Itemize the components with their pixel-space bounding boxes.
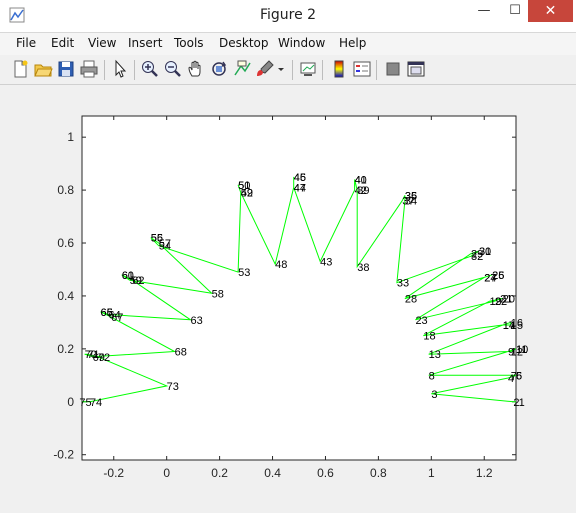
- point-label: 37: [402, 196, 414, 208]
- figure-toolbar: [0, 56, 576, 85]
- data-cursor-icon[interactable]: [232, 59, 252, 79]
- point-label: 28: [405, 294, 417, 306]
- plot-canvas: -0.2 0 0.2 0.4 0.6 0.8 1 1.2 -0.2 0 0.2 0.4 0.6 0.8 1 1…: [53, 115, 528, 480]
- point-label: 38: [357, 262, 369, 274]
- y-tick-label: 0.2: [57, 342, 74, 356]
- x-tick-label: 0.2: [211, 466, 228, 480]
- point-label: 63: [191, 315, 203, 327]
- point-label: 27: [484, 272, 496, 284]
- open-file-icon[interactable]: [33, 59, 53, 79]
- point-label: 62: [132, 275, 144, 287]
- menu-window[interactable]: Window: [278, 36, 325, 50]
- y-tick-label: 0.4: [57, 289, 74, 303]
- point-label: 12: [511, 347, 523, 359]
- close-button[interactable]: ✕: [528, 0, 573, 22]
- point-label: 74: [90, 397, 102, 409]
- x-tick-label: 0: [163, 466, 170, 480]
- link-plot-icon[interactable]: [298, 59, 318, 79]
- legend-icon[interactable]: [352, 59, 372, 79]
- menu-edit[interactable]: Edit: [51, 36, 74, 50]
- hide-plot-tools-icon[interactable]: [383, 59, 403, 79]
- point-label: 22: [495, 296, 507, 308]
- point-label: 58: [212, 288, 224, 300]
- y-tick-label: 0.6: [57, 236, 74, 250]
- point-label: 43: [320, 257, 332, 269]
- point-label: 13: [429, 349, 441, 361]
- zoom-in-icon[interactable]: [140, 59, 160, 79]
- menu-help[interactable]: Help: [339, 36, 366, 50]
- point-label: 17: [503, 320, 515, 332]
- toolbar-separator: [134, 60, 135, 80]
- point-label: 8: [429, 370, 435, 382]
- point-label: 18: [423, 331, 435, 343]
- point-label: 42: [355, 185, 367, 197]
- maximize-button[interactable]: ☐: [500, 0, 530, 22]
- menu-insert[interactable]: Insert: [128, 36, 162, 50]
- print-icon[interactable]: [79, 59, 99, 79]
- menu-file[interactable]: File: [16, 36, 36, 50]
- point-label: 73: [167, 381, 179, 393]
- y-tick-label: 0.8: [57, 183, 74, 197]
- pointer-icon[interactable]: [110, 59, 130, 79]
- figure-area: -0.2 0 0.2 0.4 0.6 0.8 1 1.2 -0.2 0 0.2 0.4 0.6 0.8 1 1…: [8, 86, 568, 506]
- menu-tools[interactable]: Tools: [174, 36, 204, 50]
- point-label: 48: [275, 259, 287, 271]
- colorbar-icon[interactable]: [329, 59, 349, 79]
- y-tick-label: 1: [67, 130, 74, 144]
- menu-bar: File Edit View Insert Tools Desktop Wind…: [0, 33, 576, 82]
- brush-icon[interactable]: [255, 59, 275, 79]
- pan-icon[interactable]: [186, 59, 206, 79]
- y-tick-label: 0: [67, 395, 74, 409]
- toolbar-separator: [104, 60, 105, 80]
- save-icon[interactable]: [56, 59, 76, 79]
- point-label: 53: [238, 267, 250, 279]
- point-label: 23: [415, 315, 427, 327]
- point-label: 2: [513, 397, 519, 409]
- axes-box: [81, 115, 517, 461]
- point-label: 68: [175, 347, 187, 359]
- zoom-out-icon[interactable]: [163, 59, 183, 79]
- menu-view[interactable]: View: [88, 36, 116, 50]
- toolbar-separator: [322, 60, 323, 80]
- toolbar-separator: [292, 60, 293, 80]
- point-label: 67: [111, 312, 123, 324]
- menu-desktop[interactable]: Desktop: [219, 36, 269, 50]
- point-label: 33: [397, 278, 409, 290]
- point-label: 57: [159, 238, 171, 250]
- x-tick-label: 1.2: [476, 466, 493, 480]
- chevron-down-icon[interactable]: [276, 59, 286, 79]
- toolbar-separator: [376, 60, 377, 80]
- x-tick-label: 0.8: [370, 466, 387, 480]
- new-figure-icon[interactable]: [10, 59, 30, 79]
- point-label: 72: [98, 352, 110, 364]
- show-plot-tools-icon[interactable]: [406, 59, 426, 79]
- title-bar: Figure 2 — ☐ ✕: [0, 0, 576, 33]
- point-label: 1: [519, 397, 525, 409]
- point-label: 32: [471, 251, 483, 263]
- y-tick-label: -0.2: [53, 448, 74, 462]
- rotate-3d-icon[interactable]: [209, 59, 229, 79]
- point-label: 7: [511, 370, 517, 382]
- x-tick-label: 0.4: [264, 466, 281, 480]
- x-tick-label: 0.6: [317, 466, 334, 480]
- minimize-button[interactable]: —: [468, 0, 500, 22]
- x-tick-label: -0.2: [103, 466, 124, 480]
- point-label: 52: [241, 188, 253, 200]
- point-label: 3: [431, 389, 437, 401]
- point-label: 75: [79, 397, 91, 409]
- point-label: 47: [294, 182, 306, 194]
- point-label: 6: [516, 370, 522, 382]
- x-tick-label: 1: [428, 466, 435, 480]
